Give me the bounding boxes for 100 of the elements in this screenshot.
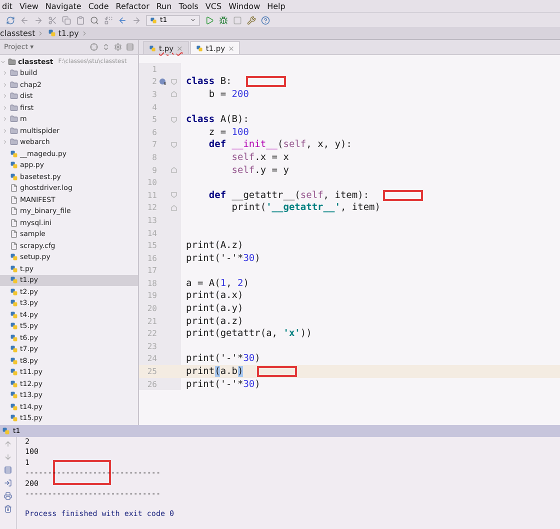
menu-item[interactable]: Navigate — [45, 2, 82, 12]
line-number: 26 — [146, 380, 157, 389]
fold-icon[interactable] — [171, 192, 177, 198]
folder-icon — [10, 69, 18, 78]
replace-icon[interactable] — [104, 16, 113, 24]
menu-item[interactable]: Tools — [178, 2, 198, 12]
line-number: 13 — [146, 216, 157, 225]
code-line: print(a.x) — [185, 290, 244, 302]
back-icon[interactable] — [118, 16, 127, 24]
code-line: print('__getattr__', item) — [230, 202, 380, 214]
scroll-to-end-icon[interactable] — [4, 479, 12, 487]
locate-icon[interactable] — [90, 43, 98, 51]
line-number: 11 — [146, 190, 157, 200]
code-line: b = 200 — [208, 88, 249, 100]
fold-icon[interactable] — [171, 116, 177, 123]
menu-item[interactable]: VCS — [205, 2, 222, 12]
line-number: 20 — [146, 304, 157, 314]
code-line: self.y = y — [230, 164, 289, 176]
line-number: 1 — [151, 64, 157, 74]
file-icon — [10, 242, 18, 250]
line-number: 19 — [146, 291, 157, 300]
debug-icon[interactable] — [219, 16, 228, 24]
menu-item[interactable]: Help — [267, 2, 286, 12]
code-line: class B: — [185, 76, 232, 88]
redo-icon[interactable] — [34, 16, 43, 24]
paste-icon[interactable] — [76, 16, 85, 24]
stop-icon[interactable] — [233, 16, 242, 24]
menu-item[interactable]: dit — [2, 2, 12, 12]
menu-item[interactable]: Run — [156, 2, 172, 12]
trash-icon[interactable] — [4, 505, 12, 513]
file-icon — [10, 218, 18, 227]
menu-item[interactable]: Code — [88, 2, 109, 12]
folder-icon — [10, 138, 18, 146]
line-number: 10 — [146, 178, 157, 188]
line-number: 7 — [151, 140, 157, 150]
line-number: 14 — [146, 228, 157, 238]
fold-end-icon[interactable] — [171, 167, 177, 174]
file-icon — [10, 230, 18, 238]
code-line: a = A(1, 2) — [185, 278, 249, 289]
folder-icon — [10, 104, 18, 112]
fold-end-icon[interactable] — [171, 91, 177, 98]
up-arrow-icon[interactable] — [4, 440, 12, 448]
line-number: 17 — [146, 266, 157, 276]
line-number: 9 — [151, 166, 157, 175]
python-file-icon — [149, 44, 156, 52]
code-line: print('-'*30) — [185, 353, 260, 364]
folder-icon — [10, 115, 18, 124]
code-line: class A(B): — [185, 114, 249, 126]
line-number: 16 — [146, 254, 157, 263]
folder-icon — [10, 126, 18, 135]
folder-icon — [10, 80, 18, 89]
file-icon — [10, 184, 18, 192]
fold-icon[interactable] — [171, 142, 177, 148]
breadcrumb-item[interactable]: classtest — [0, 28, 44, 38]
collapse-icon[interactable] — [102, 43, 110, 51]
help-icon[interactable] — [261, 16, 270, 24]
code-line: print('-'*30) — [185, 378, 260, 390]
code-line: print(a.b) — [185, 366, 244, 378]
undo-icon[interactable] — [20, 16, 29, 24]
folder-icon — [10, 92, 18, 100]
copy-icon[interactable] — [62, 16, 71, 24]
print-icon[interactable] — [4, 492, 12, 500]
line-number: 12 — [146, 203, 157, 212]
chevron-icon — [37, 30, 44, 36]
menu-item[interactable]: Refactor — [116, 2, 150, 12]
line-number: 6 — [151, 128, 157, 137]
code-line: self.x = x — [230, 152, 289, 163]
run-icon[interactable] — [205, 16, 214, 24]
code-line: def __getattr__(self, item): — [208, 190, 370, 201]
line-number: 3 — [151, 90, 157, 99]
line-number: 15 — [146, 241, 157, 250]
down-arrow-icon[interactable] — [4, 453, 12, 461]
sync-icon[interactable] — [6, 16, 15, 24]
fold-end-icon[interactable] — [171, 204, 177, 211]
python-file-icon — [196, 44, 203, 52]
code-line: z = 100 — [208, 126, 249, 138]
python-file-icon — [150, 16, 157, 24]
forward-icon[interactable] — [132, 16, 141, 24]
line-number: 18 — [146, 278, 157, 288]
menu-item[interactable]: Window — [228, 2, 260, 12]
code-line: print(a.z) — [185, 316, 244, 327]
line-number: 4 — [151, 102, 157, 112]
fold-icon[interactable] — [171, 78, 177, 85]
line-number: 21 — [146, 316, 157, 326]
menu-item[interactable]: View — [19, 2, 38, 12]
python-file-icon — [48, 29, 56, 37]
cut-icon[interactable] — [48, 16, 57, 24]
breadcrumb-item[interactable]: t1.py — [48, 28, 88, 38]
file-icon — [10, 196, 18, 204]
code-line: print(a.y) — [185, 303, 244, 314]
line-number: 23 — [146, 342, 157, 351]
gear-icon[interactable] — [114, 43, 122, 51]
code-line: print(getattr(a, 'x')) — [185, 328, 312, 340]
chevron-icon — [80, 30, 88, 36]
search-icon[interactable] — [90, 16, 99, 24]
line-number: 24 — [146, 354, 157, 364]
code-line: def __init__(self, x, y): — [208, 139, 352, 150]
code-line: print(A.z) — [185, 240, 244, 252]
line-number: 25 — [146, 367, 157, 376]
line-number: 8 — [151, 152, 157, 162]
